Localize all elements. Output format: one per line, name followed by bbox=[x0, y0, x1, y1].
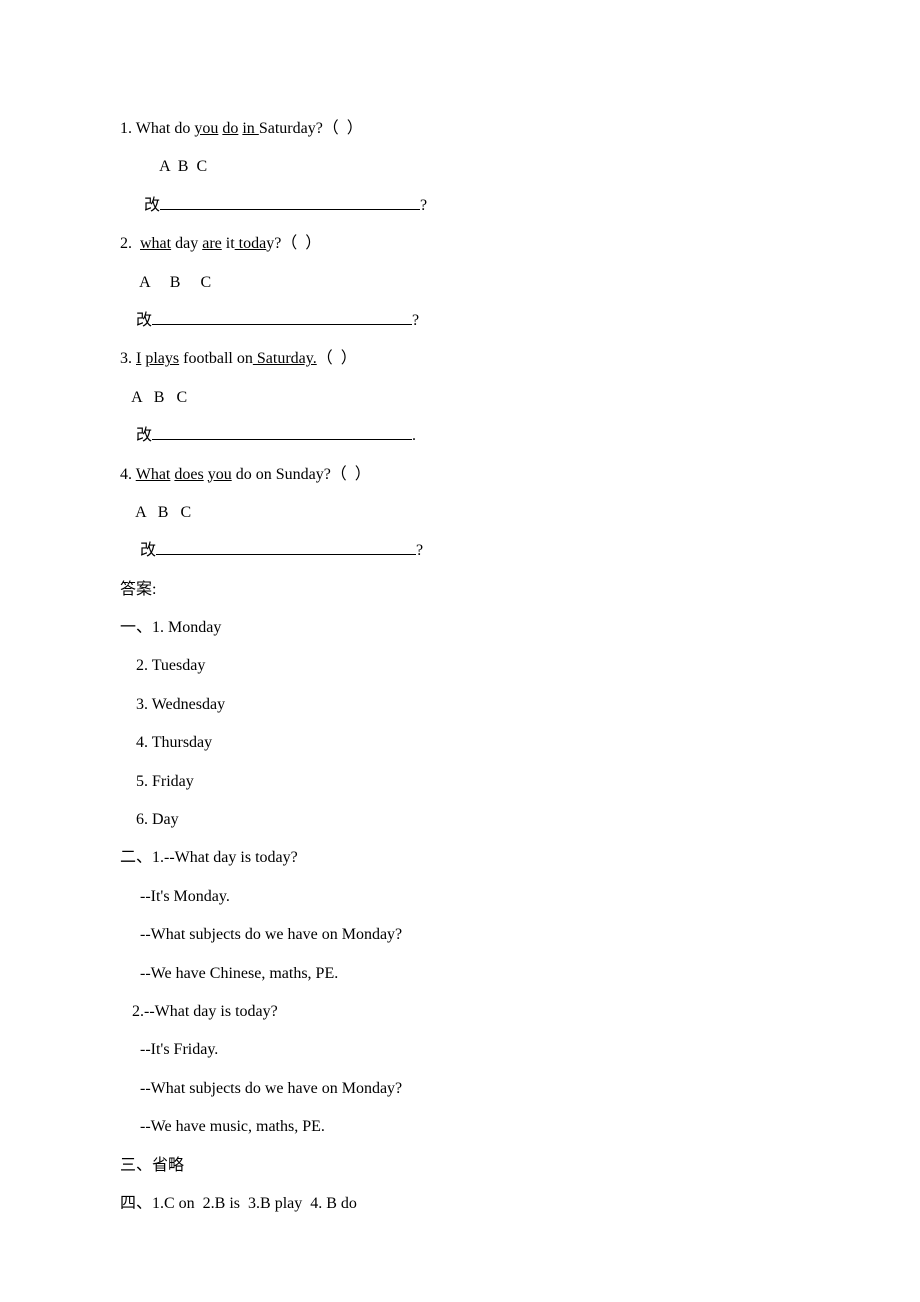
q4-pre: 4. bbox=[120, 466, 136, 483]
q2-fill-end: ? bbox=[412, 312, 419, 329]
q2-underline-a: what bbox=[140, 235, 171, 252]
answers-header: 答案: bbox=[120, 571, 800, 609]
q1-pre: 1. What do bbox=[120, 120, 194, 137]
q4-underline-a: What bbox=[136, 466, 171, 483]
question-2-options: A B C bbox=[120, 264, 800, 302]
q2-mid2: it bbox=[222, 235, 235, 252]
q2-pre: 2. bbox=[120, 235, 140, 252]
question-3-options: A B C bbox=[120, 379, 800, 417]
q1-underline-c: in bbox=[242, 120, 258, 137]
question-1-options: A B C bbox=[120, 148, 800, 186]
q4-post: do on Sunday?（ ） bbox=[232, 466, 371, 483]
q2-blank[interactable] bbox=[152, 308, 412, 325]
q3-post: （ ） bbox=[317, 350, 357, 367]
q4-blank[interactable] bbox=[156, 538, 416, 555]
q4-fill-label: 改 bbox=[120, 542, 156, 559]
q3-pre: 3. bbox=[120, 350, 136, 367]
q4-fill-end: ? bbox=[416, 542, 423, 559]
q3-underline-c: Saturday. bbox=[253, 350, 317, 367]
q3-underline-b: plays bbox=[145, 350, 179, 367]
q3-mid2: football on bbox=[179, 350, 253, 367]
q2-fill-label: 改 bbox=[120, 312, 152, 329]
q3-blank[interactable] bbox=[152, 423, 412, 440]
answers-section-4: 四、1.C on 2.B is 3.B play 4. B do bbox=[120, 1185, 800, 1223]
q2-mid1: day bbox=[171, 235, 202, 252]
answers-section-2: 二、1.--What day is today? --It's Monday. … bbox=[120, 839, 800, 1146]
q3-fill-label: 改 bbox=[120, 427, 152, 444]
q2-underline-b: are bbox=[202, 235, 222, 252]
question-1-correction: 改? bbox=[120, 187, 800, 225]
q1-post: Saturday?（ ） bbox=[259, 120, 363, 137]
q1-underline-a: you bbox=[194, 120, 218, 137]
q2-post: y?（ ） bbox=[266, 235, 321, 252]
question-3-correction: 改. bbox=[120, 417, 800, 455]
question-4-text: 4. What does you do on Sunday?（ ） bbox=[120, 456, 800, 494]
answers-section-1: 一、1. Monday 2. Tuesday 3. Wednesday 4. T… bbox=[120, 609, 800, 839]
question-2-correction: 改? bbox=[120, 302, 800, 340]
question-2-text: 2. what day are it today?（ ） bbox=[120, 225, 800, 263]
question-4-options: A B C bbox=[120, 494, 800, 532]
q1-underline-b: do bbox=[222, 120, 238, 137]
q1-blank[interactable] bbox=[160, 193, 420, 210]
worksheet-page: 1. What do you do in Saturday?（ ） A B C … bbox=[0, 0, 920, 1283]
q4-underline-c: you bbox=[208, 466, 232, 483]
question-1-text: 1. What do you do in Saturday?（ ） bbox=[120, 110, 800, 148]
answers-section-3: 三、省略 bbox=[120, 1147, 800, 1185]
q4-underline-b: does bbox=[174, 466, 203, 483]
q1-fill-label: 改 bbox=[120, 197, 160, 214]
q2-underline-c: toda bbox=[235, 235, 267, 252]
question-4-correction: 改? bbox=[120, 532, 800, 570]
question-3-text: 3. I plays football on Saturday.（ ） bbox=[120, 340, 800, 378]
q1-fill-end: ? bbox=[420, 197, 427, 214]
q3-fill-end: . bbox=[412, 427, 416, 444]
